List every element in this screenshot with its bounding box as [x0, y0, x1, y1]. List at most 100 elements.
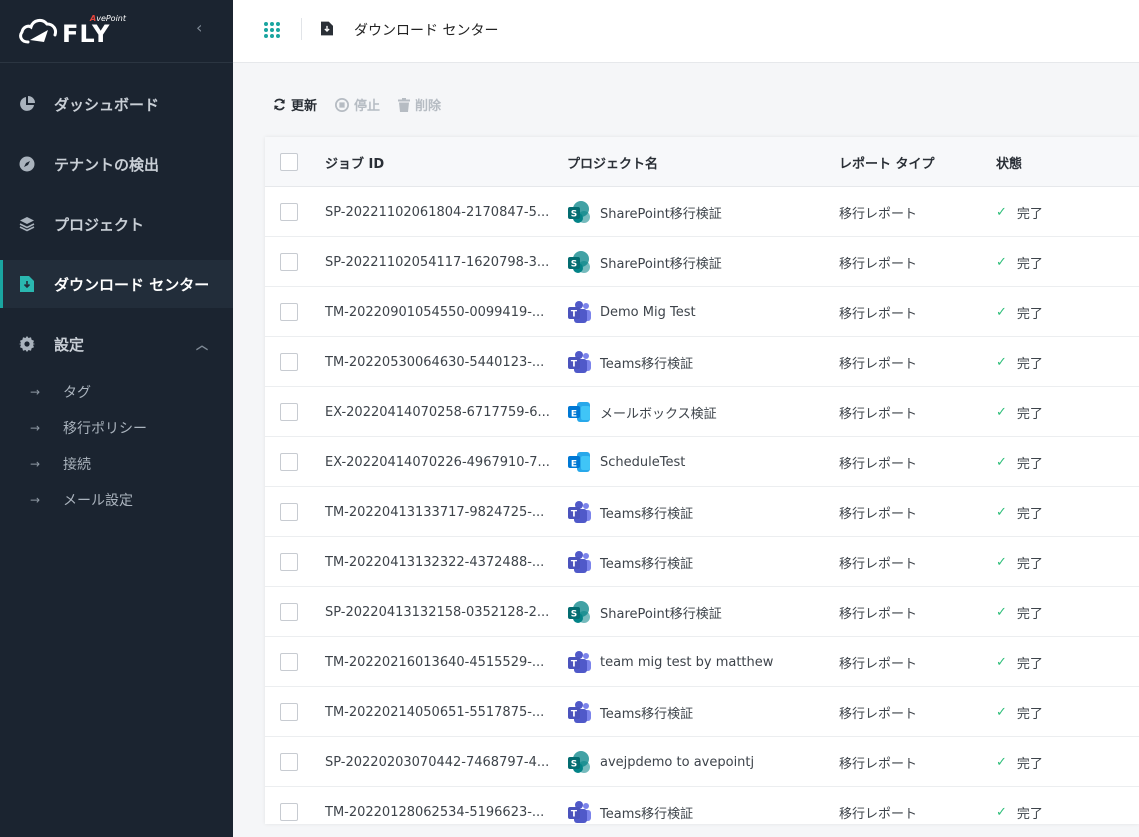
project-name[interactable]: Demo Mig Test — [600, 305, 696, 320]
chevron-up-icon[interactable]: ︿ — [196, 336, 208, 353]
row-checkbox[interactable] — [280, 603, 298, 621]
row-checkbox[interactable] — [280, 503, 298, 521]
status-cell: ✓ 完了 — [996, 487, 1043, 537]
check-icon: ✓ — [996, 554, 1007, 570]
row-checkbox[interactable] — [280, 203, 298, 221]
table-row[interactable]: TM-20220413132322-4372488-... T Teams移行検証 移… — [265, 537, 1139, 587]
row-checkbox[interactable] — [280, 553, 298, 571]
table-row[interactable]: SP-20221102054117-1620798-3... S SharePoin… — [265, 237, 1139, 287]
sidebar-item-download-center[interactable]: ダウンロード センター — [0, 260, 233, 308]
stop-button[interactable]: 停止 — [335, 95, 380, 114]
row-checkbox[interactable] — [280, 253, 298, 271]
project-cell: T Teams移行検証 — [567, 337, 693, 387]
column-header-project[interactable]: プロジェクト名 — [567, 137, 658, 187]
arrow-right-icon: → — [30, 493, 41, 507]
project-name[interactable]: SharePoint移行検証 — [600, 603, 722, 622]
project-cell: Tteam mig test by matthew — [567, 637, 773, 687]
status-cell: ✓ 完了 — [996, 687, 1043, 737]
job-id-cell: TM-20220413132322-4372488-... — [325, 554, 545, 570]
table-row[interactable]: TM-20220214050651-5517875-... T Teams移行検証 移… — [265, 687, 1139, 737]
row-checkbox[interactable] — [280, 353, 298, 371]
check-icon: ✓ — [996, 204, 1007, 220]
job-id-cell: SP-20220203070442-7468797-4... — [325, 754, 550, 770]
row-checkbox[interactable] — [280, 403, 298, 421]
page-title: ダウンロード センター — [354, 23, 499, 39]
sidebar-subitem-mail-settings[interactable]: → メール設定 — [0, 485, 233, 515]
project-name[interactable]: avejpdemo to avepointj — [600, 755, 754, 770]
app-icon-letter: T — [571, 810, 578, 820]
project-name[interactable]: ScheduleTest — [600, 455, 685, 470]
row-check-cell — [280, 337, 298, 387]
sidebar-subitem-connections[interactable]: → 接続 — [0, 449, 233, 479]
row-checkbox[interactable] — [280, 753, 298, 771]
cloud-plane-icon — [19, 18, 57, 44]
table-row[interactable]: TM-20220530064630-5440123-... T Teams移行検証 移… — [265, 337, 1139, 387]
app-launcher-icon[interactable] — [264, 22, 280, 38]
column-header-report-type[interactable]: レポート タイプ — [839, 137, 935, 187]
check-icon: ✓ — [996, 654, 1007, 670]
table-row[interactable]: TM-20220128062534-5196623-... T Teams移行検証 移… — [265, 787, 1139, 824]
status-label: 完了 — [1016, 806, 1043, 822]
table-row[interactable]: TM-20220413133717-9824725-... T Teams移行検証 移… — [265, 487, 1139, 537]
sidebar-subitem-migration-policy[interactable]: → 移行ポリシー — [0, 413, 233, 443]
project-cell: T Teams移行検証 — [567, 787, 693, 824]
status-cell: ✓ 完了 — [996, 737, 1043, 787]
app-icon-letter: S — [571, 210, 577, 220]
status-label: 完了 — [1016, 306, 1043, 322]
row-check-cell — [280, 737, 298, 787]
table-row[interactable]: EX-20220414070226-4967910-7... E ScheduleT… — [265, 437, 1139, 487]
sidebar: FLY AvePoint ‹ ダッシュボード テナントの検出 プロジェクト ダウ… — [0, 0, 233, 837]
row-checkbox[interactable] — [280, 453, 298, 471]
project-name[interactable]: Teams移行検証 — [600, 553, 693, 572]
status-cell: ✓ 完了 — [996, 187, 1043, 237]
fly-logo[interactable]: FLY AvePoint — [18, 12, 126, 48]
check-icon: ✓ — [996, 454, 1007, 470]
refresh-icon — [274, 98, 285, 111]
project-name[interactable]: メールボックス検証 — [600, 403, 717, 422]
select-all-checkbox[interactable] — [280, 153, 298, 171]
app-icon-letter: S — [571, 610, 577, 620]
job-id-cell: TM-20220530064630-5440123-... — [325, 354, 545, 370]
app-icon-letter: T — [571, 310, 578, 320]
delete-button[interactable]: 削除 — [398, 95, 441, 114]
table-row[interactable]: SP-20220203070442-7468797-4... Savejpdemo… — [265, 737, 1139, 787]
project-name[interactable]: team mig test by matthew — [600, 655, 773, 670]
column-header-job-id[interactable]: ジョブ ID — [325, 137, 384, 187]
sidebar-item-dashboard[interactable]: ダッシュボード — [0, 80, 233, 128]
sidebar-subitem-label: 移行ポリシー — [63, 421, 147, 437]
row-checkbox[interactable] — [280, 703, 298, 721]
sidebar-item-projects[interactable]: プロジェクト — [0, 200, 233, 248]
project-name[interactable]: SharePoint移行検証 — [600, 253, 722, 272]
teams-app-icon: T — [567, 700, 591, 724]
row-checkbox[interactable] — [280, 303, 298, 321]
logo-text: FLY — [62, 20, 111, 48]
column-header-status[interactable]: 状態 — [996, 137, 1022, 187]
table-row[interactable]: SP-20221102061804-2170847-5... S SharePoin… — [265, 187, 1139, 237]
sidebar-item-tenant-discovery[interactable]: テナントの検出 — [0, 140, 233, 188]
project-name[interactable]: Teams移行検証 — [600, 353, 693, 372]
report-type-cell: 移行レポート — [839, 606, 918, 622]
sidebar-subitem-tags[interactable]: → タグ — [0, 377, 233, 407]
project-name[interactable]: SharePoint移行検証 — [600, 203, 722, 222]
sidebar-item-settings[interactable]: 設定 ︿ — [0, 320, 233, 368]
job-id-cell: TM-20220216013640-4515529-... — [325, 654, 545, 670]
project-name[interactable]: Teams移行検証 — [600, 703, 693, 722]
job-id-cell: SP-20220413132158-0352128-2... — [325, 604, 550, 620]
project-name[interactable]: Teams移行検証 — [600, 503, 693, 522]
table-row[interactable]: TM-20220901054550-0099419-... T Demo Mig T… — [265, 287, 1139, 337]
table-row[interactable]: EX-20220414070258-6717759-6... E メールボックス検証… — [265, 387, 1139, 437]
status-label: 完了 — [1016, 506, 1043, 522]
trash-icon — [398, 97, 411, 112]
table-row[interactable]: SP-20220413132158-0352128-2... S SharePoin… — [265, 587, 1139, 637]
job-id-cell: TM-20220413133717-9824725-... — [325, 504, 545, 520]
app-icon-letter: S — [571, 760, 577, 770]
collapse-sidebar-button[interactable]: ‹ — [196, 18, 202, 37]
row-checkbox[interactable] — [280, 803, 298, 821]
app-icon-letter: T — [571, 660, 578, 670]
status-cell: ✓ 完了 — [996, 587, 1043, 637]
refresh-button[interactable]: 更新 — [273, 95, 317, 114]
table-row[interactable]: TM-20220216013640-4515529-... Tteam mig t… — [265, 637, 1139, 687]
download-file-icon — [321, 21, 333, 40]
project-name[interactable]: Teams移行検証 — [600, 803, 693, 822]
row-checkbox[interactable] — [280, 653, 298, 671]
